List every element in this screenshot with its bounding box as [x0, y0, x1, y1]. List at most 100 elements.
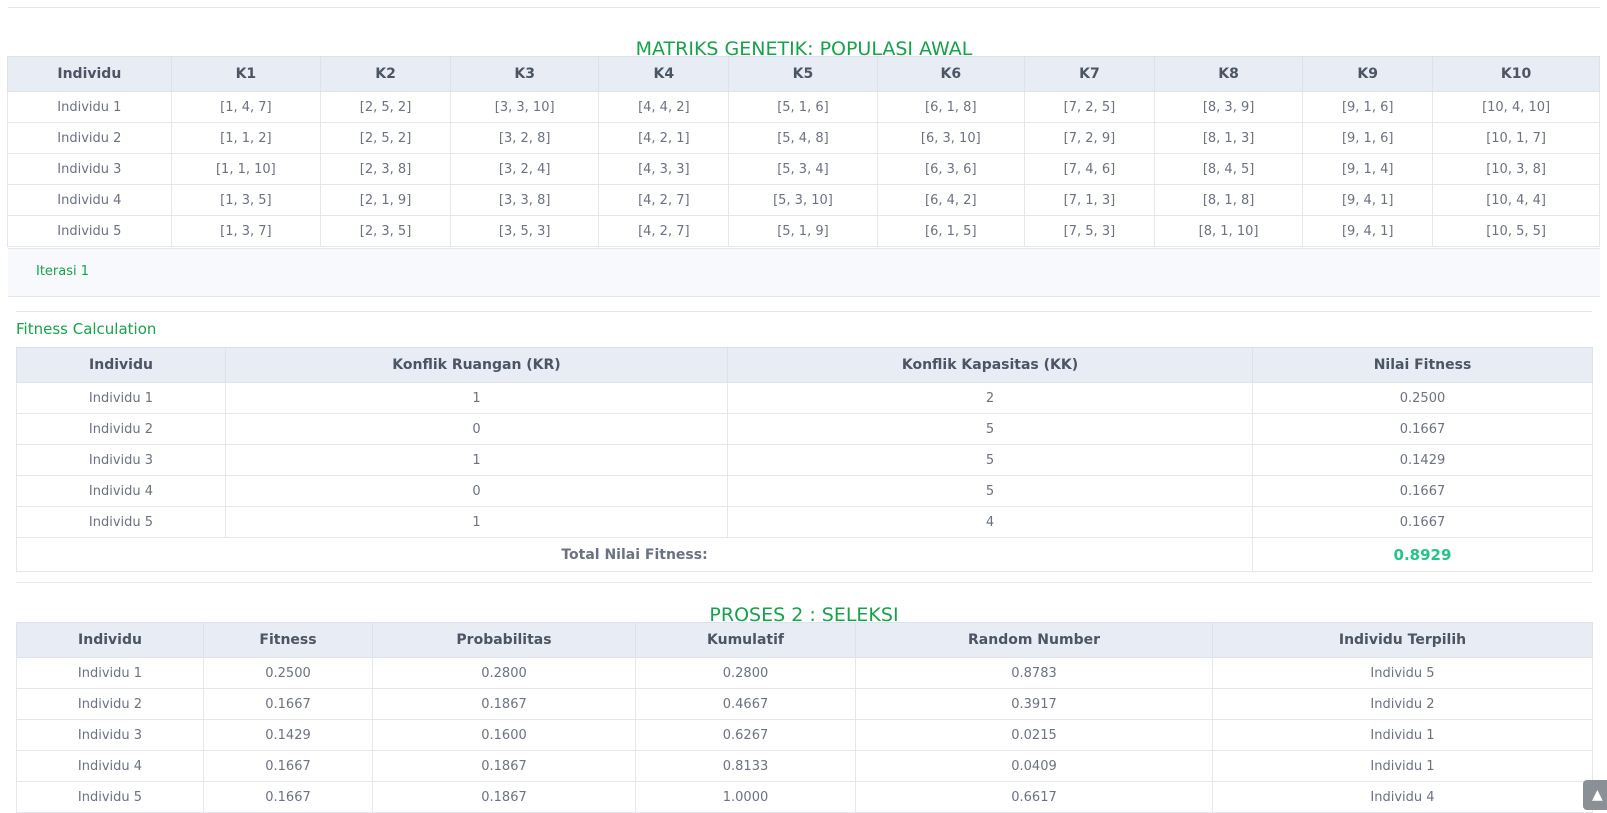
table-cell: [4, 2, 7] [598, 215, 730, 247]
chevron-up-icon: ▲ [1592, 787, 1603, 803]
table-cell: [5, 1, 9] [728, 215, 878, 247]
table-cell: [7, 2, 9] [1023, 122, 1155, 154]
scroll-top-button[interactable]: ▲ [1583, 780, 1607, 810]
fitness-header-row: Individu Konflik Ruangan (KR) Konflik Kapa… [16, 347, 1593, 383]
matrix-column-header: K3 [449, 56, 600, 92]
total-fitness-label: Total Nilai Fitness: [16, 537, 1253, 572]
table-cell: [2, 3, 5] [320, 215, 451, 247]
table-cell: 0.0409 [855, 750, 1213, 782]
section-divider [16, 582, 1592, 583]
table-cell: [5, 3, 10] [728, 184, 878, 216]
table-row: Individu 4 0 5 0.1667 [16, 475, 1593, 507]
table-cell: [5, 4, 8] [728, 122, 878, 154]
table-row: Individu 1 0.2500 0.2800 0.2800 0.8783 Indivi… [16, 657, 1593, 689]
table-cell: 0.2500 [1252, 382, 1593, 414]
table-cell: 0.1667 [1252, 413, 1593, 445]
fitness-column-header: Nilai Fitness [1252, 347, 1593, 383]
table-cell: Individu 5 [1212, 657, 1593, 689]
table-row: Individu 4 [1, 3, 5] [2, 1, 9] [3, 3, 8] [4,… [7, 184, 1600, 216]
table-cell: [1, 1, 10] [170, 153, 322, 185]
table-cell: [3, 2, 8] [449, 122, 600, 154]
table-cell: 0.2500 [203, 657, 373, 689]
table-cell: 1 [225, 444, 728, 476]
table-cell: Individu 3 [16, 719, 204, 751]
total-fitness-value: 0.8929 [1252, 537, 1593, 572]
seleksi-column-header: Random Number [855, 622, 1213, 658]
table-cell: Individu 1 [1212, 750, 1593, 782]
table-cell: [10, 1, 7] [1432, 122, 1600, 154]
table-cell: [7, 5, 3] [1023, 215, 1155, 247]
top-divider [8, 7, 1600, 8]
table-cell: [8, 4, 5] [1153, 153, 1304, 185]
table-cell: [6, 4, 2] [876, 184, 1025, 216]
table-cell: 0.2800 [635, 657, 856, 689]
table-cell: 1 [225, 382, 728, 414]
table-cell: Individu 4 [7, 184, 172, 216]
table-cell: 0.1429 [1252, 444, 1593, 476]
table-cell: [1, 3, 5] [170, 184, 322, 216]
table-cell: 0.1429 [203, 719, 373, 751]
table-row: Individu 3 0.1429 0.1600 0.6267 0.0215 Indivi… [16, 719, 1593, 751]
table-row: Individu 5 0.1667 0.1867 1.0000 0.6617 Indivi… [16, 781, 1593, 813]
iteration-label[interactable]: Iterasi 1 [36, 264, 89, 279]
table-row: Individu 4 0.1667 0.1867 0.8133 0.0409 Indivi… [16, 750, 1593, 782]
table-cell: 0.2800 [372, 657, 636, 689]
matrix-header-row: Individu K1 K2 K3 K4 K5 K6 K7 K8 K9 K10 [7, 56, 1600, 92]
table-cell: 0.8783 [855, 657, 1213, 689]
table-row: Individu 2 [1, 1, 2] [2, 5, 2] [3, 2, 8] [4,… [7, 122, 1600, 154]
table-cell: Individu 5 [7, 215, 172, 247]
table-cell: [4, 3, 3] [598, 153, 730, 185]
table-cell: 0.1667 [1252, 506, 1593, 538]
table-cell: [4, 4, 2] [598, 91, 730, 123]
table-cell: 5 [727, 444, 1253, 476]
table-cell: 0.1667 [1252, 475, 1593, 507]
fitness-total-row: Total Nilai Fitness: 0.8929 [16, 537, 1593, 572]
table-cell: [1, 4, 7] [170, 91, 322, 123]
table-cell: 0.1600 [372, 719, 636, 751]
fitness-column-header: Konflik Ruangan (KR) [225, 347, 728, 383]
table-cell: [6, 1, 5] [876, 215, 1025, 247]
seleksi-column-header: Individu Terpilih [1212, 622, 1593, 658]
table-cell: Individu 1 [1212, 719, 1593, 751]
table-cell: [8, 1, 3] [1153, 122, 1304, 154]
table-row: Individu 1 1 2 0.2500 [16, 382, 1593, 414]
table-cell: 1 [225, 506, 728, 538]
table-cell: Individu 1 [16, 382, 226, 414]
matrix-column-header: K9 [1302, 56, 1434, 92]
table-row: Individu 3 1 5 0.1429 [16, 444, 1593, 476]
table-cell: [6, 1, 8] [876, 91, 1025, 123]
table-cell: [2, 1, 9] [320, 184, 451, 216]
table-row: Individu 3 [1, 1, 10] [2, 3, 8] [3, 2, 4] [4… [7, 153, 1600, 185]
table-row: Individu 1 [1, 4, 7] [2, 5, 2] [3, 3, 10] [4… [7, 91, 1600, 123]
fitness-table: Individu Konflik Ruangan (KR) Konflik Kapa… [16, 347, 1593, 572]
table-cell: 0.1867 [372, 688, 636, 720]
table-cell: [6, 3, 6] [876, 153, 1025, 185]
iteration-panel[interactable]: Iterasi 1 [8, 248, 1600, 297]
table-cell: [3, 2, 4] [449, 153, 600, 185]
fitness-column-header: Individu [16, 347, 226, 383]
table-cell: [9, 1, 6] [1302, 122, 1434, 154]
table-cell: [5, 3, 4] [728, 153, 878, 185]
table-cell: 0.1667 [203, 688, 373, 720]
matrix-column-header: K10 [1432, 56, 1600, 92]
table-row: Individu 2 0.1667 0.1867 0.4667 0.3917 Indivi… [16, 688, 1593, 720]
table-cell: 0.1867 [372, 750, 636, 782]
table-cell: 0.6617 [855, 781, 1213, 813]
table-cell: Individu 4 [16, 475, 226, 507]
table-cell: Individu 2 [16, 688, 204, 720]
table-cell: [3, 3, 8] [449, 184, 600, 216]
table-row: Individu 5 [1, 3, 7] [2, 3, 5] [3, 5, 3] [4,… [7, 215, 1600, 247]
seleksi-column-header: Probabilitas [372, 622, 636, 658]
matrix-column-header: K8 [1153, 56, 1304, 92]
section-divider [16, 311, 1592, 312]
table-cell: Individu 1 [16, 657, 204, 689]
table-cell: [2, 5, 2] [320, 122, 451, 154]
matrix-column-header: K5 [728, 56, 878, 92]
table-cell: [10, 3, 8] [1432, 153, 1600, 185]
table-cell: [4, 2, 1] [598, 122, 730, 154]
table-cell: Individu 3 [7, 153, 172, 185]
table-cell: 5 [727, 475, 1253, 507]
table-cell: 1.0000 [635, 781, 856, 813]
table-cell: [2, 3, 8] [320, 153, 451, 185]
table-cell: 4 [727, 506, 1253, 538]
